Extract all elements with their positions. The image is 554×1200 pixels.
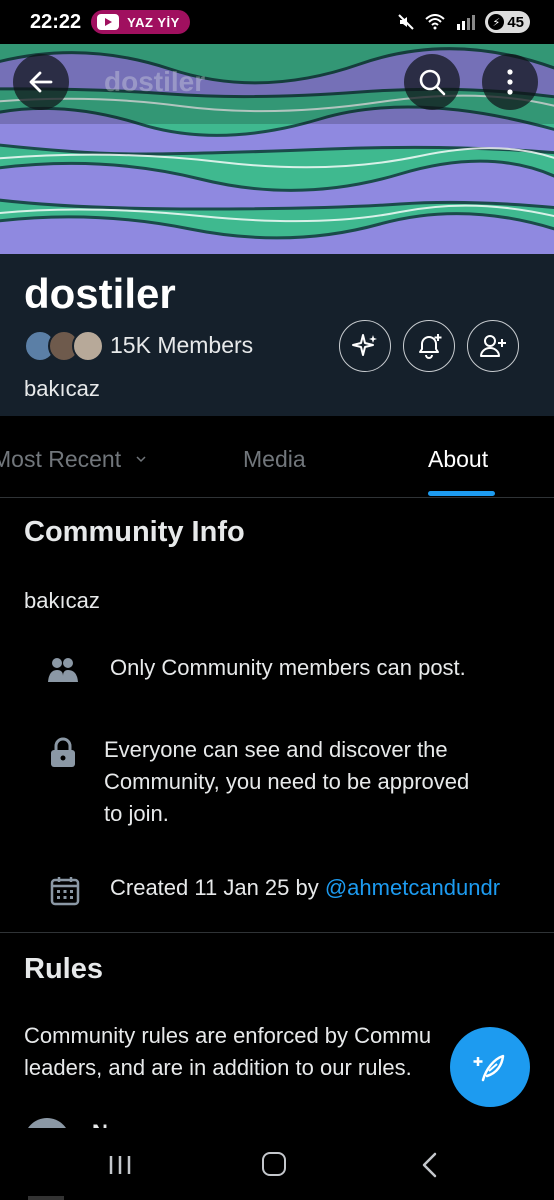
community-info-description: bakıcaz [24, 588, 100, 613]
feather-plus-icon [473, 1054, 505, 1082]
avatar [72, 330, 104, 362]
search-button[interactable] [404, 54, 460, 110]
system-navigation-bar [0, 1128, 554, 1200]
more-options-button[interactable] [482, 54, 538, 110]
rules-heading: Rules [24, 953, 103, 985]
back-button[interactable] [13, 54, 69, 110]
member-count[interactable]: 15K Members [110, 332, 253, 359]
signal-icon [457, 15, 476, 30]
back-arrow-icon [29, 71, 53, 93]
rules-text-line: Community rules are enforced by Commu [24, 1023, 432, 1048]
lock-icon [51, 737, 75, 767]
tab-media[interactable]: Media [243, 446, 306, 473]
tab-about[interactable]: About [428, 446, 488, 473]
visibility-text-line: to join. [104, 801, 169, 826]
calendar-icon [50, 877, 80, 906]
invite-member-button[interactable] [467, 320, 519, 372]
mute-icon [398, 14, 415, 30]
status-time: 22:22 [30, 10, 82, 33]
chevron-down-icon [135, 456, 146, 463]
tab-most-recent[interactable]: Most Recent [0, 446, 146, 473]
visibility-text-line: Community, you need to be approved [104, 769, 470, 794]
community-tabs: Most Recent Media About [0, 416, 554, 498]
compose-post-button[interactable] [450, 1027, 530, 1107]
youtube-pill-text: YAZ YİY [127, 14, 180, 30]
created-label: Created 11 Jan 25 by [110, 875, 325, 900]
add-user-icon [480, 335, 506, 357]
youtube-notification-pill[interactable]: YAZ YİY [91, 10, 190, 34]
battery-level: 45 [507, 13, 524, 31]
notifications-button[interactable] [403, 320, 455, 372]
community-subtitle: bakıcaz [24, 376, 100, 401]
created-text: Created 11 Jan 25 by @ahmetcandundr [110, 872, 500, 904]
top-bar [0, 44, 554, 124]
grok-sparkle-button[interactable] [339, 320, 391, 372]
topbar-title: dostiler [104, 66, 206, 97]
creator-link[interactable]: @ahmetcandundr [325, 875, 500, 900]
battery-indicator: ⚡ 45 [485, 11, 530, 33]
nav-edge-indicator [28, 1196, 64, 1200]
community-header: dostiler 15K Members bakıcaz [0, 254, 554, 416]
active-tab-indicator [428, 491, 495, 496]
member-avatars[interactable] [24, 330, 104, 362]
vertical-dots-icon [507, 69, 513, 95]
sparkle-icon [352, 334, 377, 356]
search-icon [419, 69, 446, 96]
tab-label: Media [243, 446, 306, 472]
tab-label: Most Recent [0, 446, 122, 472]
people-icon [48, 658, 78, 682]
bell-plus-icon [419, 334, 442, 359]
wifi-icon [425, 14, 445, 30]
status-bar: 22:22 YAZ YİY ⚡ 45 [0, 0, 554, 44]
rules-text-line: leaders, and are in addition to our rule… [24, 1055, 412, 1080]
charging-icon: ⚡ [488, 14, 505, 30]
youtube-icon [97, 14, 120, 30]
posting-permission-text: Only Community members can post. [110, 655, 466, 680]
community-name: dostiler [24, 270, 176, 317]
community-info-heading: Community Info [24, 516, 245, 548]
system-back-icon[interactable] [420, 1152, 440, 1178]
section-divider [0, 932, 554, 933]
visibility-text-line: Everyone can see and discover the [104, 737, 448, 762]
recent-apps-icon[interactable] [108, 1154, 132, 1176]
tab-label: About [428, 446, 489, 472]
home-button[interactable] [262, 1152, 286, 1176]
